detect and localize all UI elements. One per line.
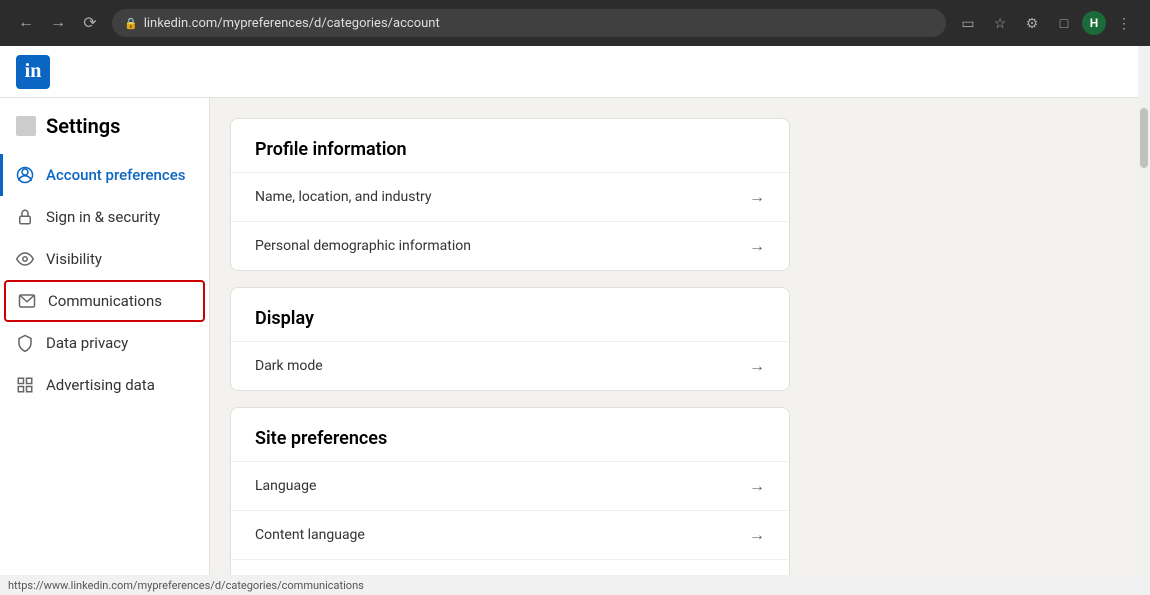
linkedin-header: in — [0, 46, 1150, 98]
menu-button[interactable]: ⋮ — [1110, 9, 1138, 37]
display-card: Display Dark mode → — [230, 287, 790, 391]
content-language-label: Content language — [255, 527, 365, 543]
settings-icon — [16, 116, 36, 136]
scrollbar-top-area — [1138, 46, 1150, 98]
sidebar-item-label-communications: Communications — [48, 292, 162, 310]
status-url: https://www.linkedin.com/mypreferences/d… — [8, 579, 364, 592]
person-circle-icon — [16, 166, 34, 184]
sidebar-item-label-data-privacy: Data privacy — [46, 334, 128, 352]
name-location-arrow: → — [749, 187, 765, 207]
sidebar-item-label-account: Account preferences — [46, 166, 185, 184]
scrollbar[interactable] — [1138, 98, 1150, 575]
sidebar: Settings Account preferences — [0, 98, 210, 575]
sidebar-item-label-security: Sign in & security — [46, 208, 160, 226]
display-title: Display — [231, 288, 789, 341]
dark-mode-item[interactable]: Dark mode → — [231, 341, 789, 390]
settings-title: Settings — [46, 114, 120, 138]
reload-button[interactable]: ⟳ — [76, 9, 104, 37]
bookmark-button[interactable]: ☆ — [986, 9, 1014, 37]
sidebar-nav: Account preferences Sign in & security — [0, 154, 209, 406]
sidebar-item-sign-in-security[interactable]: Sign in & security — [0, 196, 209, 238]
url-text: linkedin.com/mypreferences/d/categories/… — [144, 16, 440, 31]
browser-chrome: ← → ⟳ 🔒 linkedin.com/mypreferences/d/cat… — [0, 0, 1150, 46]
demographic-item[interactable]: Personal demographic information → — [231, 221, 789, 270]
scrollbar-thumb[interactable] — [1140, 108, 1148, 168]
content-area: Settings Account preferences — [0, 98, 1150, 575]
name-location-arrow-area: → — [749, 187, 765, 207]
back-button[interactable]: ← — [12, 9, 40, 37]
sidebar-item-account-preferences[interactable]: Account preferences — [0, 154, 209, 196]
lock-icon: 🔒 — [124, 17, 138, 30]
dark-mode-arrow: → — [749, 356, 765, 376]
linkedin-logo[interactable]: in — [16, 55, 50, 89]
app-container: in Settings Ac — [0, 46, 1150, 595]
sidebar-item-visibility[interactable]: Visibility — [0, 238, 209, 280]
sidebar-item-data-privacy[interactable]: Data privacy — [0, 322, 209, 364]
eye-icon — [16, 250, 34, 268]
site-preferences-card: Site preferences Language → Content lang… — [230, 407, 790, 575]
lock-icon — [16, 208, 34, 226]
cast-button[interactable]: ▭ — [954, 9, 982, 37]
language-arrow: → — [749, 476, 765, 496]
demographic-label: Personal demographic information — [255, 238, 471, 254]
site-preferences-title: Site preferences — [231, 408, 789, 461]
tab-button[interactable]: □ — [1050, 9, 1078, 37]
sidebar-item-communications[interactable]: Communications — [4, 280, 205, 322]
profile-information-card: Profile information Name, location, and … — [230, 118, 790, 271]
main-content: Profile information Name, location, and … — [210, 98, 1138, 575]
profile-information-title: Profile information — [231, 119, 789, 172]
envelope-icon — [18, 292, 36, 310]
settings-title-area: Settings — [0, 114, 209, 154]
browser-nav-buttons: ← → ⟳ — [12, 9, 104, 37]
content-language-arrow-area: → — [749, 525, 765, 545]
browser-actions: ▭ ☆ ⚙ □ H ⋮ — [954, 9, 1138, 37]
language-arrow-area: → — [749, 476, 765, 496]
content-language-arrow: → — [749, 525, 765, 545]
extensions-button[interactable]: ⚙ — [1018, 9, 1046, 37]
forward-button[interactable]: → — [44, 9, 72, 37]
dark-mode-label: Dark mode — [255, 358, 323, 374]
dark-mode-arrow-area: → — [749, 356, 765, 376]
language-label: Language — [255, 478, 316, 494]
name-location-label: Name, location, and industry — [255, 189, 432, 205]
demographic-arrow-area: → — [749, 236, 765, 256]
name-location-item[interactable]: Name, location, and industry → — [231, 172, 789, 221]
shield-icon — [16, 334, 34, 352]
status-bar: https://www.linkedin.com/mypreferences/d… — [0, 575, 1150, 595]
autoplay-videos-item[interactable]: Autoplay videos On → — [231, 559, 789, 575]
address-bar[interactable]: 🔒 linkedin.com/mypreferences/d/categorie… — [112, 9, 946, 37]
grid-icon — [16, 376, 34, 394]
sidebar-item-label-advertising: Advertising data — [46, 376, 155, 394]
content-language-item[interactable]: Content language → — [231, 510, 789, 559]
sidebar-item-advertising-data[interactable]: Advertising data — [0, 364, 209, 406]
demographic-arrow: → — [749, 236, 765, 256]
profile-badge[interactable]: H — [1082, 11, 1106, 35]
sidebar-item-label-visibility: Visibility — [46, 250, 102, 268]
language-item[interactable]: Language → — [231, 461, 789, 510]
